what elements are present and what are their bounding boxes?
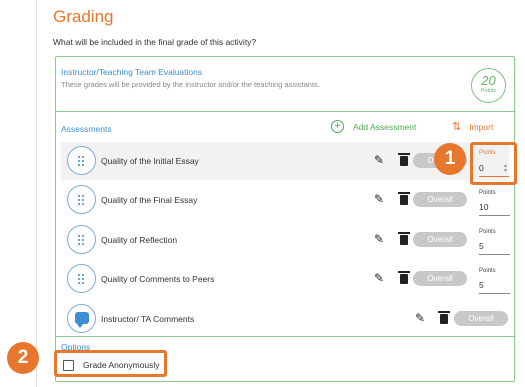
edit-icon[interactable]: ✎ bbox=[374, 193, 384, 205]
left-border bbox=[36, 0, 37, 387]
assessment-row[interactable]: Quality of the Final Essay ✎ Overall Poi… bbox=[61, 181, 510, 219]
assessment-name: Quality of Comments to Peers bbox=[101, 274, 215, 284]
assessments-label: Assessments bbox=[61, 124, 112, 134]
points-input[interactable]: 5 bbox=[479, 280, 510, 294]
page-title: Grading bbox=[53, 7, 114, 26]
assessment-name: Quality of Reflection bbox=[101, 235, 178, 245]
overall-toggle[interactable]: Overall bbox=[413, 192, 467, 207]
edit-icon[interactable]: ✎ bbox=[374, 233, 384, 245]
assessment-name: Quality of the Final Essay bbox=[101, 195, 198, 205]
delete-icon[interactable] bbox=[438, 311, 450, 324]
dots-grid-icon[interactable] bbox=[67, 146, 96, 175]
callout-badge-1: 1 bbox=[434, 143, 466, 175]
import-arrows-icon: ⇅ bbox=[452, 121, 462, 133]
assessment-name: Instructor/ TA Comments bbox=[101, 314, 195, 324]
edit-icon[interactable]: ✎ bbox=[374, 272, 384, 284]
edit-icon[interactable]: ✎ bbox=[374, 154, 384, 166]
evaluations-title[interactable]: Instructor/Teaching Team Evaluations bbox=[61, 67, 202, 77]
total-points-value: 20 bbox=[481, 73, 496, 88]
points-label: Points bbox=[479, 268, 496, 274]
total-points-badge: 20 Points bbox=[471, 68, 506, 103]
evaluations-subtitle: These grades will be provided by the ins… bbox=[61, 80, 320, 89]
dots-grid-icon[interactable] bbox=[67, 185, 96, 214]
import-button[interactable]: ⇅ Import bbox=[452, 120, 493, 133]
points-field-highlighted[interactable]: Points 0 ▲ ▼ bbox=[470, 142, 517, 185]
total-points-label: Points bbox=[480, 88, 497, 94]
points-field[interactable]: Points 5 bbox=[479, 229, 510, 255]
assessment-name: Quality of the Initial Essay bbox=[101, 156, 199, 166]
add-assessment-button[interactable]: + Add Assessment bbox=[331, 120, 416, 133]
points-field[interactable]: Points 10 bbox=[479, 190, 510, 216]
points-label: Points bbox=[479, 229, 496, 235]
overall-toggle[interactable]: Overall bbox=[454, 311, 508, 326]
section-divider bbox=[56, 111, 514, 112]
points-input[interactable]: 5 bbox=[479, 241, 510, 255]
delete-icon[interactable] bbox=[398, 232, 410, 245]
points-input[interactable]: 0 bbox=[479, 163, 484, 173]
grade-anonymously-label[interactable]: Grade Anonymously bbox=[83, 360, 160, 370]
assessment-row[interactable]: Quality of Comments to Peers ✎ Overall P… bbox=[61, 260, 510, 298]
delete-icon[interactable] bbox=[398, 271, 410, 284]
options-divider bbox=[56, 336, 514, 337]
overall-toggle[interactable]: Overall bbox=[413, 232, 467, 247]
points-input[interactable]: 10 bbox=[479, 202, 510, 216]
grade-anonymously-checkbox[interactable] bbox=[63, 360, 74, 371]
callout-badge-2: 2 bbox=[7, 342, 39, 374]
add-assessment-label: Add Assessment bbox=[353, 121, 417, 132]
points-field[interactable]: Points 5 bbox=[479, 268, 510, 294]
assessment-row[interactable]: Quality of Reflection ✎ Overall Points 5 bbox=[61, 221, 510, 259]
dots-grid-icon[interactable] bbox=[67, 264, 96, 293]
edit-icon[interactable]: ✎ bbox=[415, 312, 425, 324]
points-label: Points bbox=[479, 190, 496, 196]
grading-question: What will be included in the final grade… bbox=[53, 37, 257, 47]
plus-circle-icon: + bbox=[331, 120, 344, 133]
import-label: Import bbox=[469, 121, 494, 132]
overall-toggle[interactable]: Overall bbox=[413, 271, 467, 286]
comment-icon[interactable] bbox=[67, 304, 96, 333]
delete-icon[interactable] bbox=[398, 153, 410, 166]
input-underline bbox=[479, 176, 509, 177]
delete-icon[interactable] bbox=[398, 192, 410, 205]
assessment-row[interactable]: Instructor/ TA Comments ✎ Overall bbox=[61, 300, 509, 338]
points-label: Points bbox=[479, 150, 496, 156]
dots-grid-icon[interactable] bbox=[67, 225, 96, 254]
grade-anonymously-highlight[interactable]: Grade Anonymously bbox=[54, 350, 167, 377]
stepper-arrows-icon[interactable]: ▲ ▼ bbox=[503, 164, 508, 174]
